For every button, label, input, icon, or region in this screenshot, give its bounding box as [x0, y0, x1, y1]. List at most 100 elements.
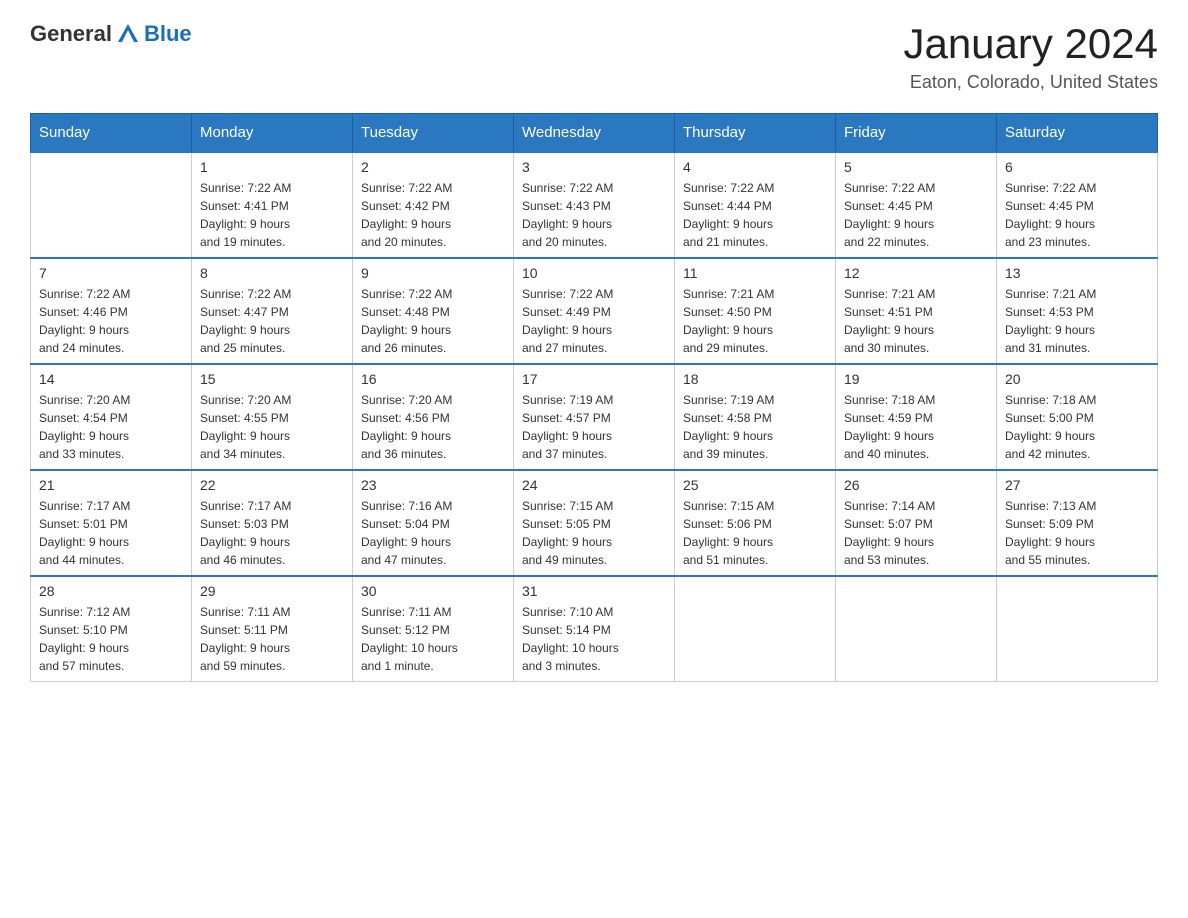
- day-info: Sunrise: 7:15 AMSunset: 5:05 PMDaylight:…: [522, 497, 666, 569]
- day-info: Sunrise: 7:22 AMSunset: 4:45 PMDaylight:…: [844, 179, 988, 251]
- day-header-friday: Friday: [836, 114, 997, 153]
- week-row-1: 1Sunrise: 7:22 AMSunset: 4:41 PMDaylight…: [31, 152, 1158, 258]
- day-info: Sunrise: 7:22 AMSunset: 4:47 PMDaylight:…: [200, 285, 344, 357]
- day-number: 12: [844, 265, 988, 281]
- calendar-cell: [997, 576, 1158, 682]
- day-info: Sunrise: 7:20 AMSunset: 4:54 PMDaylight:…: [39, 391, 183, 463]
- day-info: Sunrise: 7:22 AMSunset: 4:46 PMDaylight:…: [39, 285, 183, 357]
- calendar-cell: 17 Sunrise: 7:19 AMSunset: 4:57 PMDayligh…: [514, 364, 675, 470]
- day-number: 17: [522, 371, 666, 387]
- day-number: 5: [844, 159, 988, 175]
- day-info: Sunrise: 7:21 AMSunset: 4:50 PMDaylight:…: [683, 285, 827, 357]
- day-info: Sunrise: 7:22 AMSunset: 4:41 PMDaylight:…: [200, 179, 344, 251]
- day-info: Sunrise: 7:20 AMSunset: 4:55 PMDaylight:…: [200, 391, 344, 463]
- calendar-cell: 12 Sunrise: 7:21 AMSunset: 4:51 PMDayligh…: [836, 258, 997, 364]
- week-row-2: 7 Sunrise: 7:22 AMSunset: 4:46 PMDaylight…: [31, 258, 1158, 364]
- day-info: Sunrise: 7:22 AMSunset: 4:42 PMDaylight:…: [361, 179, 505, 251]
- calendar-cell: 4Sunrise: 7:22 AMSunset: 4:44 PMDaylight…: [675, 152, 836, 258]
- day-number: 28: [39, 583, 183, 599]
- day-info: Sunrise: 7:12 AMSunset: 5:10 PMDaylight:…: [39, 603, 183, 675]
- calendar-cell: 20 Sunrise: 7:18 AMSunset: 5:00 PMDayligh…: [997, 364, 1158, 470]
- calendar-cell: 28 Sunrise: 7:12 AMSunset: 5:10 PMDayligh…: [31, 576, 192, 682]
- day-number: 15: [200, 371, 344, 387]
- calendar-cell: 3 Sunrise: 7:22 AMSunset: 4:43 PMDaylight…: [514, 152, 675, 258]
- day-info: Sunrise: 7:11 AMSunset: 5:11 PMDaylight:…: [200, 603, 344, 675]
- day-info: Sunrise: 7:22 AMSunset: 4:48 PMDaylight:…: [361, 285, 505, 357]
- day-info: Sunrise: 7:19 AMSunset: 4:57 PMDaylight:…: [522, 391, 666, 463]
- calendar-cell: [836, 576, 997, 682]
- calendar-cell: 22Sunrise: 7:17 AMSunset: 5:03 PMDayligh…: [192, 470, 353, 576]
- day-number: 23: [361, 477, 505, 493]
- day-info: Sunrise: 7:22 AMSunset: 4:45 PMDaylight:…: [1005, 179, 1149, 251]
- calendar-cell: 21 Sunrise: 7:17 AMSunset: 5:01 PMDayligh…: [31, 470, 192, 576]
- day-info: Sunrise: 7:15 AMSunset: 5:06 PMDaylight:…: [683, 497, 827, 569]
- day-number: 19: [844, 371, 988, 387]
- day-info: Sunrise: 7:17 AMSunset: 5:01 PMDaylight:…: [39, 497, 183, 569]
- day-header-wednesday: Wednesday: [514, 114, 675, 153]
- calendar-cell: 26Sunrise: 7:14 AMSunset: 5:07 PMDayligh…: [836, 470, 997, 576]
- calendar-cell: [31, 152, 192, 258]
- day-number: 3: [522, 159, 666, 175]
- calendar-cell: 19Sunrise: 7:18 AMSunset: 4:59 PMDayligh…: [836, 364, 997, 470]
- calendar-cell: 10 Sunrise: 7:22 AMSunset: 4:49 PMDayligh…: [514, 258, 675, 364]
- day-number: 10: [522, 265, 666, 281]
- day-info: Sunrise: 7:18 AMSunset: 5:00 PMDaylight:…: [1005, 391, 1149, 463]
- day-number: 20: [1005, 371, 1149, 387]
- day-number: 13: [1005, 265, 1149, 281]
- calendar-cell: 29 Sunrise: 7:11 AMSunset: 5:11 PMDayligh…: [192, 576, 353, 682]
- title-block: January 2024 Eaton, Colorado, United Sta…: [903, 20, 1158, 93]
- calendar-cell: 13Sunrise: 7:21 AMSunset: 4:53 PMDayligh…: [997, 258, 1158, 364]
- day-info: Sunrise: 7:21 AMSunset: 4:51 PMDaylight:…: [844, 285, 988, 357]
- day-info: Sunrise: 7:22 AMSunset: 4:49 PMDaylight:…: [522, 285, 666, 357]
- calendar-cell: 2Sunrise: 7:22 AMSunset: 4:42 PMDaylight…: [353, 152, 514, 258]
- calendar-cell: 16Sunrise: 7:20 AMSunset: 4:56 PMDayligh…: [353, 364, 514, 470]
- day-info: Sunrise: 7:14 AMSunset: 5:07 PMDaylight:…: [844, 497, 988, 569]
- day-info: Sunrise: 7:22 AMSunset: 4:43 PMDaylight:…: [522, 179, 666, 251]
- logo-general-text: General: [30, 21, 112, 47]
- day-info: Sunrise: 7:10 AMSunset: 5:14 PMDaylight:…: [522, 603, 666, 675]
- day-number: 30: [361, 583, 505, 599]
- day-number: 11: [683, 265, 827, 281]
- day-number: 8: [200, 265, 344, 281]
- day-header-tuesday: Tuesday: [353, 114, 514, 153]
- day-number: 6: [1005, 159, 1149, 175]
- calendar-header-row: SundayMondayTuesdayWednesdayThursdayFrid…: [31, 114, 1158, 153]
- day-number: 18: [683, 371, 827, 387]
- calendar-cell: 15 Sunrise: 7:20 AMSunset: 4:55 PMDayligh…: [192, 364, 353, 470]
- calendar-cell: 9 Sunrise: 7:22 AMSunset: 4:48 PMDaylight…: [353, 258, 514, 364]
- day-number: 21: [39, 477, 183, 493]
- calendar-cell: 14Sunrise: 7:20 AMSunset: 4:54 PMDayligh…: [31, 364, 192, 470]
- calendar-table: SundayMondayTuesdayWednesdayThursdayFrid…: [30, 113, 1158, 682]
- week-row-3: 14Sunrise: 7:20 AMSunset: 4:54 PMDayligh…: [31, 364, 1158, 470]
- location-subtitle: Eaton, Colorado, United States: [903, 72, 1158, 93]
- calendar-cell: 25Sunrise: 7:15 AMSunset: 5:06 PMDayligh…: [675, 470, 836, 576]
- day-number: 31: [522, 583, 666, 599]
- calendar-cell: 1Sunrise: 7:22 AMSunset: 4:41 PMDaylight…: [192, 152, 353, 258]
- day-number: 27: [1005, 477, 1149, 493]
- day-number: 7: [39, 265, 183, 281]
- day-number: 24: [522, 477, 666, 493]
- calendar-cell: 5 Sunrise: 7:22 AMSunset: 4:45 PMDaylight…: [836, 152, 997, 258]
- month-year-title: January 2024: [903, 20, 1158, 68]
- calendar-cell: 24 Sunrise: 7:15 AMSunset: 5:05 PMDayligh…: [514, 470, 675, 576]
- day-info: Sunrise: 7:22 AMSunset: 4:44 PMDaylight:…: [683, 179, 827, 251]
- day-header-saturday: Saturday: [997, 114, 1158, 153]
- day-header-thursday: Thursday: [675, 114, 836, 153]
- calendar-cell: 23 Sunrise: 7:16 AMSunset: 5:04 PMDayligh…: [353, 470, 514, 576]
- calendar-cell: 27 Sunrise: 7:13 AMSunset: 5:09 PMDayligh…: [997, 470, 1158, 576]
- logo-icon: [114, 20, 142, 48]
- week-row-4: 21 Sunrise: 7:17 AMSunset: 5:01 PMDayligh…: [31, 470, 1158, 576]
- day-info: Sunrise: 7:13 AMSunset: 5:09 PMDaylight:…: [1005, 497, 1149, 569]
- calendar-cell: 8 Sunrise: 7:22 AMSunset: 4:47 PMDaylight…: [192, 258, 353, 364]
- logo: General Blue: [30, 20, 192, 48]
- calendar-cell: 6 Sunrise: 7:22 AMSunset: 4:45 PMDaylight…: [997, 152, 1158, 258]
- logo-blue-text: Blue: [144, 21, 192, 47]
- calendar-cell: [675, 576, 836, 682]
- day-info: Sunrise: 7:16 AMSunset: 5:04 PMDaylight:…: [361, 497, 505, 569]
- day-number: 29: [200, 583, 344, 599]
- day-header-sunday: Sunday: [31, 114, 192, 153]
- day-number: 9: [361, 265, 505, 281]
- day-info: Sunrise: 7:11 AMSunset: 5:12 PMDaylight:…: [361, 603, 505, 675]
- calendar-cell: 18Sunrise: 7:19 AMSunset: 4:58 PMDayligh…: [675, 364, 836, 470]
- calendar-cell: 30 Sunrise: 7:11 AMSunset: 5:12 PMDayligh…: [353, 576, 514, 682]
